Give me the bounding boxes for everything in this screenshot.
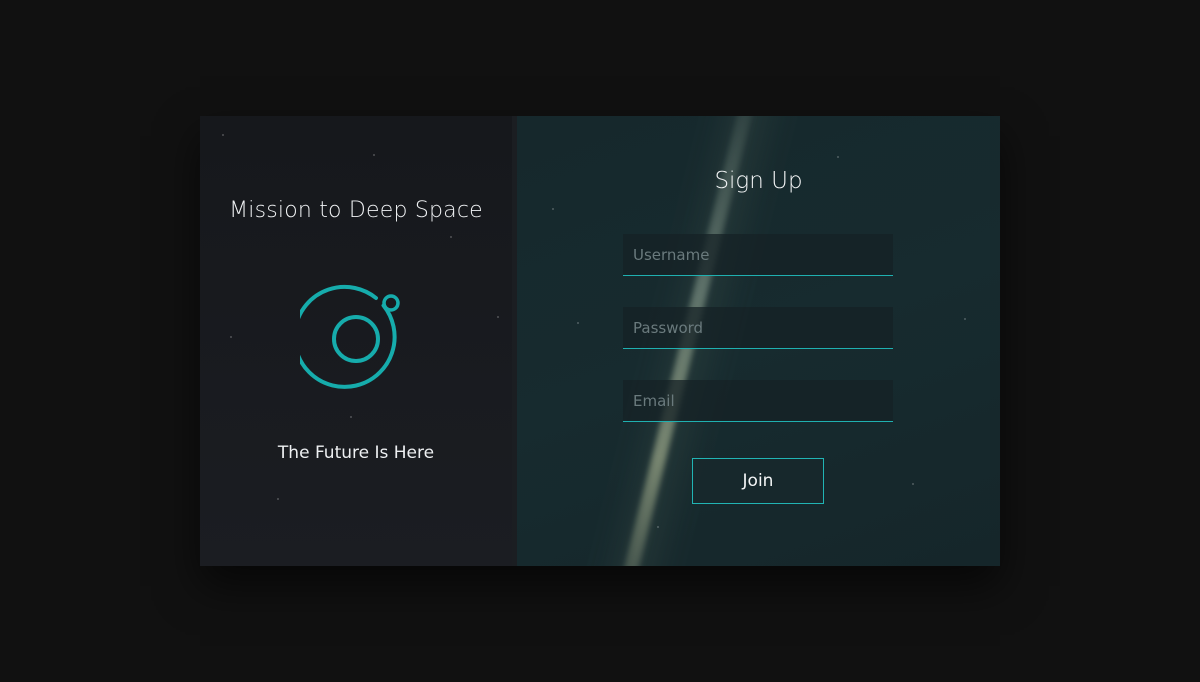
star-decoration — [577, 322, 579, 324]
star-decoration — [450, 236, 452, 238]
password-input[interactable] — [623, 307, 893, 349]
email-input[interactable] — [623, 380, 893, 422]
tagline: The Future Is Here — [277, 443, 435, 463]
star-decoration — [373, 154, 375, 156]
signup-title: Sign Up — [714, 168, 803, 194]
mission-panel: Mission to Deep Space The Future Is Here — [200, 116, 512, 566]
star-decoration — [964, 318, 966, 320]
star-decoration — [497, 316, 499, 318]
star-decoration — [912, 483, 914, 485]
mission-title: Mission to Deep Space — [229, 198, 483, 223]
star-decoration — [222, 134, 224, 136]
signup-panel: Sign Up Join — [517, 116, 1000, 566]
star-decoration — [230, 336, 232, 338]
join-button[interactable]: Join — [692, 458, 824, 504]
star-decoration — [552, 208, 554, 210]
orbit-planet-icon — [300, 284, 400, 389]
star-decoration — [350, 416, 352, 418]
username-input[interactable] — [623, 234, 893, 276]
signup-card: Mission to Deep Space The Future Is Here… — [200, 116, 1000, 566]
star-decoration — [277, 498, 279, 500]
star-decoration — [657, 526, 659, 528]
star-decoration — [837, 156, 839, 158]
